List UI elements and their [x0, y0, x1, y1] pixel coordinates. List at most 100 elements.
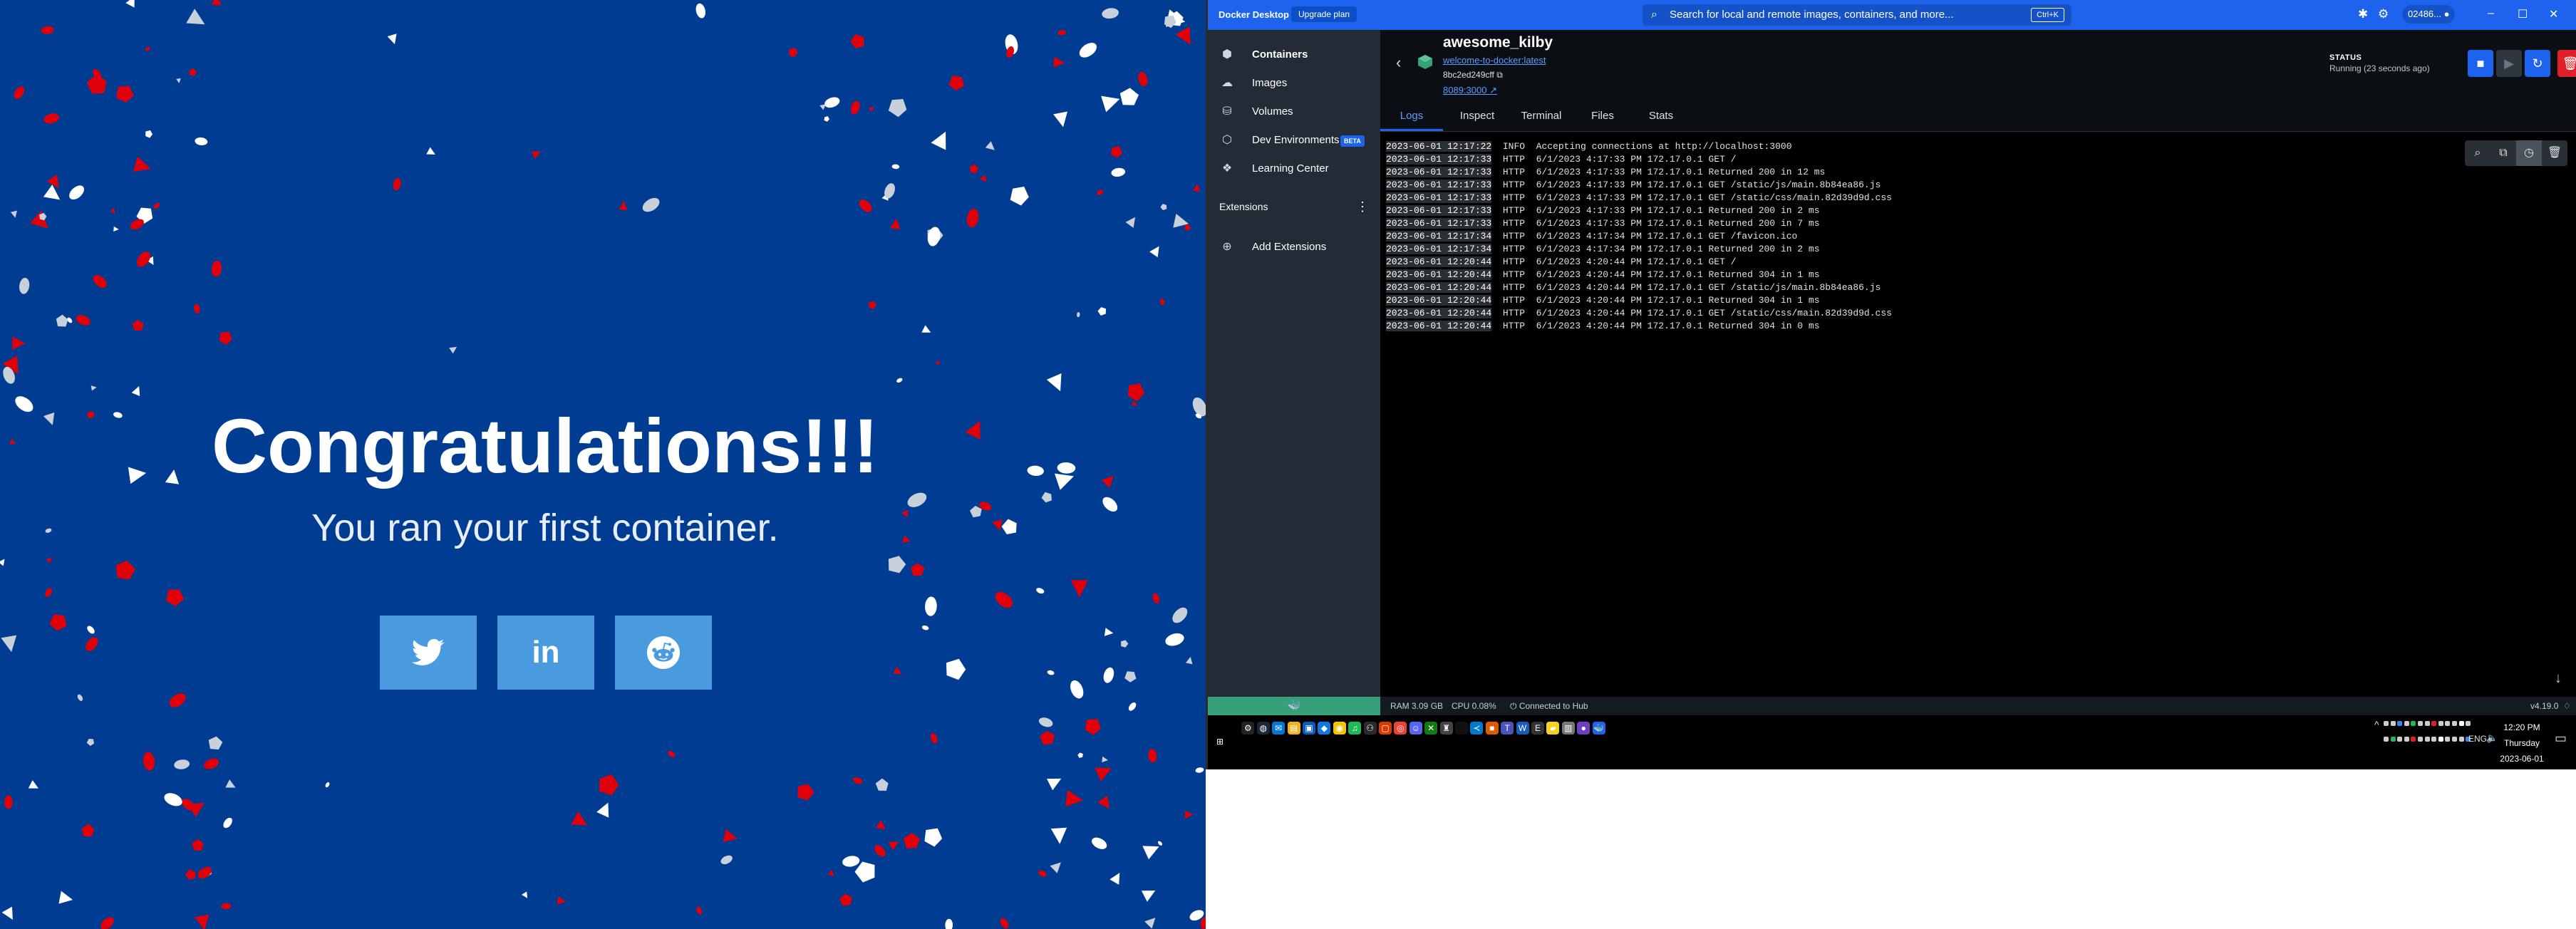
- bluetooth-icon[interactable]: [2397, 721, 2403, 726]
- confetti-piece: [125, 0, 135, 8]
- tray-app-4-b-icon[interactable]: [2411, 737, 2416, 742]
- tray-app-3-b-icon[interactable]: [2404, 737, 2409, 742]
- sidebar-item-images[interactable]: ☁ Images: [1218, 71, 1375, 95]
- twitter-share-button[interactable]: [380, 616, 477, 690]
- tray-app-8-icon[interactable]: [2438, 721, 2443, 726]
- xbox-icon[interactable]: ✕: [1424, 722, 1438, 735]
- copy-icon[interactable]: ⧉: [1496, 70, 1503, 80]
- linkedin-share-button[interactable]: in: [497, 616, 594, 690]
- wifi-b-icon[interactable]: [2458, 737, 2464, 742]
- minimize-icon[interactable]: –: [2488, 7, 2494, 20]
- close-icon[interactable]: ✕: [2549, 7, 2558, 21]
- game-icon[interactable]: ⚇: [1363, 722, 1377, 735]
- trash-icon[interactable]: 🗑: [2542, 140, 2567, 166]
- chrome-icon[interactable]: ◎: [1394, 722, 1407, 735]
- tray-app-6-b-icon[interactable]: [2424, 737, 2430, 742]
- start-button[interactable]: ▶: [2496, 50, 2522, 77]
- tray-app-5-b-icon[interactable]: [2418, 737, 2423, 742]
- restart-button[interactable]: ↻: [2525, 50, 2550, 77]
- bluetooth-b-icon[interactable]: [2397, 737, 2403, 742]
- log-viewer[interactable]: ⌕ ⧉ ◷ 🗑 2023-06-01 12:17:22 INFO Accepti…: [1380, 132, 2576, 697]
- add-extensions-button[interactable]: ⊕ Add Extensions: [1218, 235, 1375, 259]
- windows-start-icon[interactable]: ⊞: [1214, 735, 1226, 748]
- blank-icon[interactable]: [1455, 722, 1468, 735]
- global-search-input[interactable]: ⌕ Search for local and remote images, co…: [1643, 4, 2071, 26]
- tab-terminal[interactable]: Terminal: [1509, 101, 1574, 131]
- sidebar-item-dev-environments[interactable]: ⬡ Dev Environments BETA: [1218, 128, 1375, 152]
- tray-app-10-b-icon[interactable]: [2452, 737, 2457, 742]
- tray-app-1-b-icon[interactable]: [2384, 737, 2389, 742]
- tray-app-11-icon[interactable]: [2466, 721, 2471, 726]
- search-icon[interactable]: ⌕: [2465, 140, 2490, 166]
- confetti-piece: [979, 175, 987, 182]
- spotify-icon[interactable]: ♫: [1348, 722, 1362, 735]
- tray-app-9-icon[interactable]: [2445, 721, 2451, 726]
- tray-app-3-icon[interactable]: [2404, 721, 2409, 726]
- obs-icon[interactable]: ●: [1577, 722, 1590, 735]
- tray-app-6-icon[interactable]: [2424, 721, 2430, 726]
- reddit-share-button[interactable]: [615, 616, 712, 690]
- vscode-icon[interactable]: ≺: [1470, 722, 1484, 735]
- log-message: HTTP 6/1/2023 4:17:33 PM 172.17.0.1 Retu…: [1491, 205, 1820, 216]
- tray-app-10-icon[interactable]: [2452, 721, 2457, 726]
- wifi-icon[interactable]: [2458, 721, 2464, 726]
- norton-icon[interactable]: ◉: [1333, 722, 1346, 735]
- tray-app-7-b-icon[interactable]: [2431, 737, 2437, 742]
- tab-logs[interactable]: Logs: [1380, 101, 1443, 131]
- notifications-icon[interactable]: ♢: [2563, 697, 2571, 715]
- store-icon[interactable]: ▣: [1303, 722, 1315, 735]
- delete-button[interactable]: 🗑: [2557, 50, 2576, 77]
- epic-games-icon[interactable]: E: [1531, 722, 1544, 735]
- copy-icon[interactable]: ⧉: [2490, 140, 2516, 166]
- office-icon[interactable]: ▢: [1379, 722, 1392, 735]
- settings-icon[interactable]: ⚙: [1241, 722, 1255, 735]
- app-orange-icon[interactable]: ■: [1485, 722, 1499, 735]
- tray-app-8-b-icon[interactable]: [2438, 737, 2443, 742]
- beta-badge: BETA: [1340, 135, 1365, 147]
- tray-app-2-icon[interactable]: [2390, 721, 2396, 726]
- bug-icon[interactable]: ✱: [2358, 7, 2368, 21]
- game-bar-icon[interactable]: ♜: [1439, 722, 1453, 735]
- container-port-link[interactable]: 8089:3000 ↗: [1443, 85, 1497, 96]
- teams-icon[interactable]: T: [1501, 722, 1514, 735]
- word-icon[interactable]: W: [1516, 722, 1529, 735]
- app-grey-icon[interactable]: ▥: [1561, 722, 1575, 735]
- tray-app-9-b-icon[interactable]: [2445, 737, 2451, 742]
- tray-app-4-icon[interactable]: [2411, 721, 2416, 726]
- tray-app-2-b-icon[interactable]: [2390, 737, 2396, 742]
- discord-icon[interactable]: ☺: [1409, 722, 1422, 735]
- sidebar-item-containers[interactable]: ⬢ Containers: [1218, 43, 1375, 67]
- docker-icon[interactable]: 🐳: [1592, 722, 1605, 735]
- sidebar-item-learning-center[interactable]: ❖ Learning Center: [1218, 157, 1375, 181]
- upgrade-plan-button[interactable]: Upgrade plan: [1291, 6, 1357, 22]
- sidebar-item-volumes[interactable]: ⛁ Volumes: [1218, 100, 1375, 124]
- tray-app-7-icon[interactable]: [2431, 721, 2437, 726]
- maximize-icon[interactable]: ☐: [2518, 7, 2528, 21]
- gear-icon[interactable]: ⚙: [2378, 7, 2389, 21]
- language-indicator[interactable]: ENG: [2468, 734, 2487, 744]
- log-timestamp: 2023-06-01 12:20:44: [1386, 256, 1492, 267]
- engine-status[interactable]: 🐳: [1208, 697, 1380, 715]
- tab-stats[interactable]: Stats: [1631, 101, 1691, 131]
- taskbar-clock[interactable]: 12:20 PM Thursday 2023-06-01: [2496, 720, 2547, 767]
- steam-icon[interactable]: ◍: [1256, 722, 1270, 735]
- tray-overflow-icon[interactable]: ^: [2374, 719, 2379, 730]
- stop-button[interactable]: ■: [2468, 50, 2493, 77]
- scroll-to-bottom-icon[interactable]: ↓: [2555, 670, 2562, 687]
- sticky-notes-icon[interactable]: ▰: [1546, 722, 1560, 735]
- account-button[interactable]: 02486... ●: [2402, 5, 2456, 24]
- tab-inspect[interactable]: Inspect: [1446, 101, 1509, 131]
- timestamp-icon[interactable]: ◷: [2516, 140, 2542, 166]
- tab-files[interactable]: Files: [1574, 101, 1631, 131]
- app-icon[interactable]: ◆: [1318, 722, 1331, 735]
- confetti-piece: [1160, 203, 1167, 210]
- file-explorer-icon[interactable]: ▤: [1287, 722, 1300, 735]
- mail-icon[interactable]: ✉: [1272, 722, 1286, 735]
- container-image-link[interactable]: welcome-to-docker:latest: [1443, 55, 1546, 66]
- back-arrow-icon[interactable]: ‹: [1396, 53, 1401, 72]
- notification-center-icon[interactable]: ▭: [2555, 731, 2567, 746]
- confetti-piece: [888, 99, 907, 118]
- tray-app-5-icon[interactable]: [2418, 721, 2423, 726]
- kebab-menu-icon[interactable]: ⋮: [1356, 199, 1369, 214]
- tray-app-1-icon[interactable]: [2384, 721, 2389, 726]
